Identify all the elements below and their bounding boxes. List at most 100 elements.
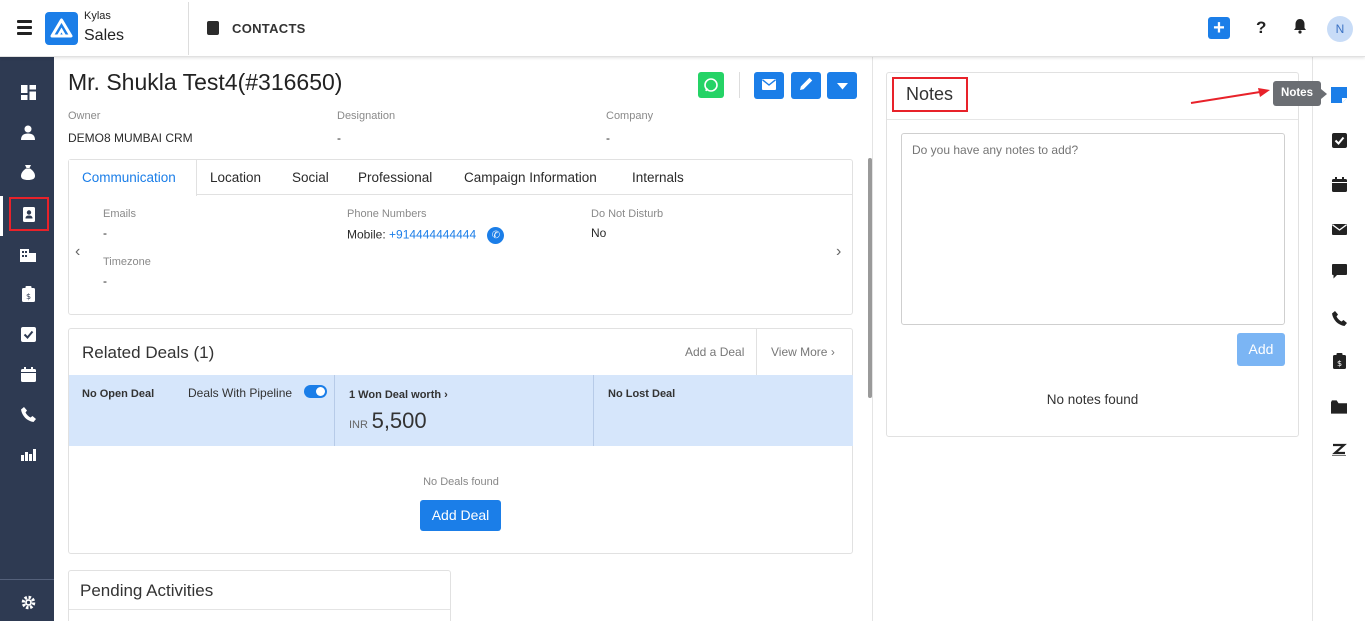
svg-text:$: $ [25,292,30,301]
svg-text:$: $ [1336,359,1341,368]
folder-icon[interactable] [1331,399,1347,415]
notes-tooltip: Notes [1273,81,1327,106]
quick-add-button[interactable]: + [1208,17,1230,39]
nav-deal-clipboard-icon[interactable]: $ [8,277,48,311]
add-note-button[interactable]: Add [1237,333,1285,366]
emails-value: - [103,226,107,240]
task-icon[interactable] [1331,132,1347,148]
timezone-label: Timezone [103,256,151,268]
divider [0,579,54,580]
phone-type: Mobile: [347,227,386,242]
call-icon[interactable]: ✆ [487,227,505,244]
tab-communication[interactable]: Communication [69,160,197,196]
company-label: Company [606,110,654,122]
nav-settings-icon[interactable] [8,585,48,619]
active-indicator [0,196,3,236]
divider [887,119,1298,120]
phone-number-link[interactable]: +914444444444 [389,228,476,242]
contact-detail-panel: Mr. Shukla Test4(#316650) Owner DEMO8 MU… [54,57,872,621]
calendar-icon[interactable] [1331,176,1347,192]
user-avatar[interactable]: N [1327,16,1353,42]
pipeline-toggle[interactable] [304,385,327,398]
won-amount: INR 5,500 [349,408,427,434]
nav-company-icon[interactable] [8,237,48,271]
nav-reports-icon[interactable] [8,437,48,471]
brand-product: Sales [84,27,125,44]
tab-location[interactable]: Location [210,160,261,195]
email-button[interactable] [754,72,784,99]
top-bar: Kylas Sales CONTACTS + ? N [0,0,1365,57]
company-value: - [606,131,610,145]
chevron-right-icon[interactable]: › [836,243,841,261]
tab-campaign-information[interactable]: Campaign Information [464,160,597,195]
contact-card-icon [207,21,219,35]
nav-contacts-icon[interactable] [9,197,49,231]
whatsapp-button[interactable] [698,72,724,98]
related-deals-card: Related Deals (1) Add a Deal View More ›… [68,328,853,554]
pipeline-toggle-label: Deals With Pipeline [188,386,293,400]
won-amount-value: 5,500 [371,408,427,433]
right-action-rail: $ [1312,57,1365,621]
phones-label: Phone Numbers [347,208,427,220]
no-notes-text: No notes found [1046,392,1139,407]
add-deal-button[interactable]: Add Deal [420,500,501,531]
nav-money-bag-icon[interactable] [8,155,48,189]
open-deal-label: No Open Deal [82,388,155,400]
phone-icon[interactable] [1331,310,1347,326]
help-icon[interactable]: ? [1256,18,1266,38]
tab-professional[interactable]: Professional [358,160,432,195]
chevron-right-icon: › [830,345,835,359]
chat-icon[interactable] [1331,263,1347,279]
more-actions-button[interactable] [827,72,857,99]
divider [188,2,189,55]
lost-deal-label: No Lost Deal [608,388,676,400]
divider [334,375,335,446]
nav-task-icon[interactable] [8,317,48,351]
divider [739,72,740,98]
details-tabs-card: Communication Location Social Profession… [68,159,853,315]
nav-calendar-icon[interactable] [8,357,48,391]
deal-clipboard-icon[interactable]: $ [1331,353,1347,369]
related-deals-title: Related Deals (1) [82,343,215,362]
brand-name: Kylas [84,10,111,22]
notes-card: Notes Add No notes found [886,72,1299,437]
nav-user-icon[interactable] [8,115,48,149]
dnd-value: No [591,226,607,240]
module-title: CONTACTS [232,21,306,36]
designation-label: Designation [337,110,396,122]
won-deal-label[interactable]: 1 Won Deal worth › [349,389,448,401]
notes-textarea[interactable] [901,133,1285,325]
designation-value: - [337,131,341,145]
divider [756,329,757,375]
notes-icon[interactable] [1331,87,1347,103]
edit-button[interactable] [791,72,821,99]
chevron-left-icon[interactable]: ‹ [75,243,80,261]
left-navigation: $ [0,57,54,621]
nav-phone-icon[interactable] [8,397,48,431]
won-deal-text: 1 Won Deal worth [349,389,442,401]
zendesk-icon[interactable] [1331,442,1347,458]
notes-title: Notes [892,77,968,112]
timezone-value: - [103,274,107,288]
phone-row: Mobile: +914444444444 ✆ [347,227,505,244]
kylas-logo[interactable] [45,12,78,45]
pending-activities-card: Pending Activities [68,570,451,621]
tab-bar: Communication Location Social Profession… [69,160,853,196]
view-more-link[interactable]: View More › [771,345,835,359]
tab-internals[interactable]: Internals [632,160,684,195]
annotation-arrow [1190,88,1270,104]
pending-activities-title: Pending Activities [80,581,214,600]
contact-title: Mr. Shukla Test4(#316650) [68,69,343,95]
menu-icon[interactable] [17,20,32,35]
email-icon[interactable] [1331,221,1347,237]
emails-label: Emails [103,208,137,220]
notes-panel: Notes Add No notes found [872,57,1312,621]
owner-label: Owner [68,110,101,122]
tab-social[interactable]: Social [292,160,329,195]
view-more-label: View More [771,345,828,359]
dnd-label: Do Not Disturb [591,208,664,220]
nav-dashboard-icon[interactable] [8,75,48,109]
bell-icon[interactable] [1293,18,1307,38]
deal-summary-strip: No Open Deal Deals With Pipeline 1 Won D… [69,375,853,446]
add-a-deal-link[interactable]: Add a Deal [685,345,744,359]
